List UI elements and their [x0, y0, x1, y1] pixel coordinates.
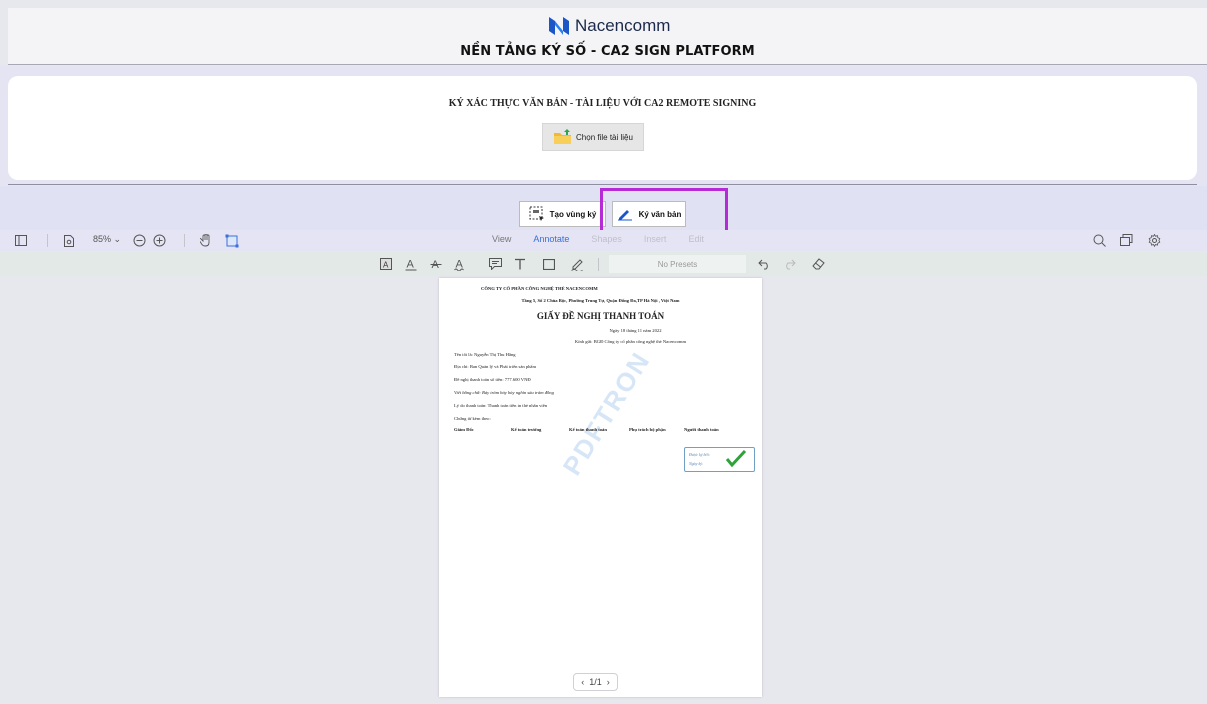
app-window: Nacencomm NỀN TẢNG KÝ SỐ - CA2 SIGN PLAT…	[0, 0, 1207, 704]
prev-page-icon[interactable]: ‹	[581, 677, 584, 687]
page-fit-icon[interactable]	[64, 233, 74, 248]
stamp-date: Ngày ký:	[689, 461, 704, 466]
checkmark-icon	[725, 450, 747, 468]
field-amount: Đề nghị thanh toán số tiền: 777.600 VNĐ	[454, 377, 531, 382]
settings-gear-icon[interactable]	[1148, 233, 1161, 248]
rectangle-tool-icon[interactable]	[541, 256, 557, 272]
field-attachments: Chứng từ kèm theo:	[454, 416, 491, 421]
comments-panel-icon[interactable]	[1120, 233, 1133, 248]
underline-tool-icon[interactable]: A	[403, 256, 419, 272]
search-icon[interactable]	[1093, 233, 1106, 248]
pdf-page[interactable]: PDFTRON CÔNG TY CỔ PHẦN CÔNG NGHỆ THẺ NA…	[439, 278, 762, 697]
upload-section: KÝ XÁC THỰC VĂN BẢN - TÀI LIỆU VỚI CA2 R…	[0, 66, 1207, 186]
next-page-icon[interactable]: ›	[607, 677, 610, 687]
comment-tool-icon[interactable]	[487, 256, 503, 272]
zoom-value: 85%	[93, 234, 112, 244]
page-indicator: 1/1	[589, 677, 602, 687]
stamp-signed-by: Được ký bởi:	[689, 452, 711, 457]
digital-signature-stamp[interactable]: Được ký bởi: Ngày ký:	[684, 447, 755, 472]
zoom-level-dropdown[interactable]: 85% ⌄	[93, 234, 121, 245]
presets-label: No Presets	[657, 259, 698, 269]
recipient-line: Kính gửi: BGĐ Công ty cổ phần công nghệ …	[574, 339, 687, 344]
pan-hand-icon[interactable]	[200, 233, 212, 248]
signer-director: Giám Đốc	[454, 427, 474, 432]
folder-upload-icon	[554, 129, 572, 144]
brand-name: Nacencomm	[575, 16, 671, 35]
company-name: CÔNG TY CỔ PHẦN CÔNG NGHỆ THẺ NACENCOMM	[481, 286, 598, 291]
highlight-tool-icon[interactable]: A	[378, 256, 394, 272]
sidebar-toggle-icon[interactable]	[15, 233, 27, 248]
signer-payment-accountant: Kế toán thanh toán	[569, 427, 607, 432]
choose-file-button[interactable]: Chọn file tài liệu	[542, 123, 644, 151]
strikeout-tool-icon[interactable]: A	[428, 256, 444, 272]
choose-file-label: Chọn file tài liệu	[576, 132, 633, 142]
signer-payee: Người thanh toán	[684, 427, 719, 432]
document-title: GIẤY ĐỀ NGHỊ THANH TOÁN	[536, 311, 665, 321]
tab-shapes[interactable]: Shapes	[591, 234, 622, 244]
squiggly-tool-icon[interactable]: A	[452, 256, 468, 272]
signer-department-head: Phụ trách bộ phận	[629, 427, 666, 432]
nacencomm-logo-icon	[549, 17, 569, 35]
field-department: Địa chỉ: Ban Quản lý và Phát triển sản p…	[454, 364, 537, 369]
marquee-select-icon[interactable]	[225, 233, 239, 248]
page-navigator: ‹ 1/1 ›	[573, 673, 618, 691]
app-header: Nacencomm NỀN TẢNG KÝ SỐ - CA2 SIGN PLAT…	[8, 8, 1207, 65]
svg-text:A: A	[383, 261, 389, 270]
tab-insert[interactable]: Insert	[644, 234, 667, 244]
redo-icon[interactable]	[781, 256, 797, 272]
company-address: Tầng 5, Số 2 Chùa Bộc, Phường Trung Tự, …	[521, 298, 680, 303]
zoom-in-icon[interactable]	[153, 233, 166, 248]
presets-dropdown[interactable]: No Presets	[609, 255, 746, 273]
viewer-tabs: View Annotate Shapes Insert Edit	[492, 234, 704, 244]
tab-annotate[interactable]: Annotate	[533, 234, 569, 244]
upload-card: KÝ XÁC THỰC VĂN BẢN - TÀI LIỆU VỚI CA2 R…	[8, 76, 1197, 180]
zoom-out-icon[interactable]	[133, 233, 146, 248]
svg-text:A: A	[407, 258, 415, 270]
create-signing-zone-button[interactable]: Tạo vùng ký	[519, 201, 606, 227]
toolbar-divider	[184, 234, 185, 247]
field-name: Tên tôi là: Nguyễn Thị Thu Hằng	[454, 352, 516, 357]
eraser-icon[interactable]	[810, 256, 826, 272]
toolbar-divider	[47, 234, 48, 247]
select-zone-icon	[529, 206, 544, 221]
document-date: Ngày 18 tháng 11 năm 2022	[609, 328, 662, 333]
sign-document-button[interactable]: Ký văn bản	[612, 201, 686, 227]
undo-icon[interactable]	[756, 256, 772, 272]
pdftron-watermark: PDFTRON	[556, 346, 657, 481]
pen-icon	[617, 210, 632, 221]
signer-chief-accountant: Kế toán trưởng	[511, 427, 542, 432]
platform-title: NỀN TẢNG KÝ SỐ - CA2 SIGN PLATFORM	[460, 44, 755, 59]
document-viewer[interactable]: PDFTRON CÔNG TY CỔ PHẦN CÔNG NGHỆ THẺ NA…	[0, 277, 1207, 698]
brand: Nacencomm	[549, 16, 670, 36]
toolbar-divider	[598, 258, 599, 271]
tab-view[interactable]: View	[492, 234, 511, 244]
text-tool-icon[interactable]	[512, 256, 528, 272]
field-amount-words: Viết bằng chữ: Bảy trăm bảy bảy nghìn sá…	[454, 390, 554, 395]
annotation-toolbar: A A A A No Presets	[0, 252, 1207, 276]
field-reason: Lý do thanh toán: Thanh toán tiền in thẻ…	[454, 403, 548, 408]
upload-title: KÝ XÁC THỰC VĂN BẢN - TÀI LIỆU VỚI CA2 R…	[448, 98, 757, 109]
action-bar: Tạo vùng ký Ký văn bản	[0, 186, 1207, 230]
freehand-pen-icon[interactable]	[569, 256, 585, 272]
create-zone-label: Tạo vùng ký	[549, 209, 597, 219]
sign-document-label: Ký văn bản	[638, 209, 682, 219]
divider	[8, 184, 1197, 185]
tab-edit[interactable]: Edit	[688, 234, 704, 244]
viewer-toolbar: 85% ⌄ View Annotate Shapes Insert Edit	[0, 230, 1207, 251]
